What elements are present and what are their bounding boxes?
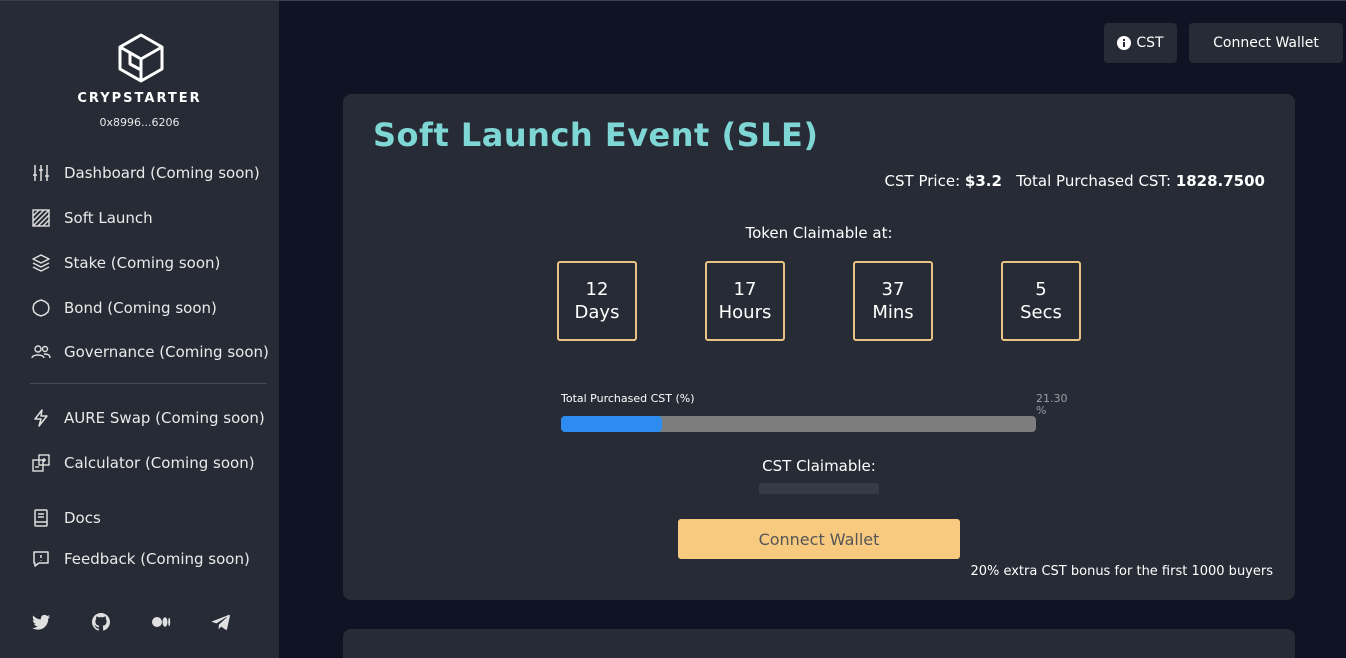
calculator-icon [30,453,52,473]
sidebar-item-label: Dashboard (Coming soon) [64,164,260,182]
info-icon [1117,36,1132,50]
sidebar-item-docs[interactable]: Docs [30,506,101,530]
sidebar-item-governance[interactable]: Governance (Coming soon) [30,340,269,364]
book-icon [30,508,52,528]
sidebar-item-label: Soft Launch [64,209,153,227]
progress-label: Total Purchased CST (%) [561,392,695,405]
claimable-at-label: Token Claimable at: [745,224,893,242]
progress-fill [561,416,663,432]
price-summary: CST Price: $3.2 Total Purchased CST: 182… [885,172,1265,190]
social-links [30,611,270,633]
total-purchased-label: Total Purchased CST: [1016,172,1172,190]
soft-launch-card: Soft Launch Event (SLE) CST Price: $3.2 … [343,94,1295,600]
connect-wallet-button[interactable]: Connect Wallet [678,519,960,559]
progress-percent: 21.30 % [1036,393,1076,417]
sidebar-item-label: Calculator (Coming soon) [64,454,255,472]
crypstarter-logo-icon [118,33,164,83]
countdown-value: 5 [1035,279,1047,300]
sidebar-item-label: AURE Swap (Coming soon) [64,409,265,427]
countdown-unit: Hours [718,302,772,323]
price-label: CST Price: [884,172,961,190]
sidebar-item-label: Feedback (Coming soon) [64,550,250,568]
twitter-icon[interactable] [30,611,52,633]
lightning-icon [30,408,52,428]
sidebar-item-feedback[interactable]: Feedback (Coming soon) [30,547,250,571]
sidebar-item-label: Bond (Coming soon) [64,299,217,317]
countdown-secs: 5 Secs [1001,261,1081,341]
countdown-unit: Mins [872,302,914,323]
users-icon [30,342,52,362]
countdown-value: 12 [585,279,609,300]
bonus-note: 20% extra CST bonus for the first 1000 b… [970,564,1273,579]
wallet-address: 0x8996...6206 [99,116,180,129]
github-icon[interactable] [90,611,112,633]
medium-icon[interactable] [150,611,172,633]
cst-claimable-label: CST Claimable: [762,457,876,475]
countdown-value: 17 [733,279,757,300]
sidebar-item-label: Stake (Coming soon) [64,254,221,272]
countdown-unit: Days [574,302,620,323]
progress-bar [561,416,1036,432]
sidebar-item-calculator[interactable]: Calculator (Coming soon) [30,451,255,475]
feedback-icon [30,549,52,569]
hatched-square-icon [30,208,52,228]
sidebar-item-bond[interactable]: Bond (Coming soon) [30,296,217,320]
total-purchased-value: 1828.7500 [1175,172,1265,190]
cst-info-button[interactable]: CST [1104,23,1177,63]
sliders-icon [30,163,52,183]
connect-wallet-header-button[interactable]: Connect Wallet [1189,23,1343,63]
countdown-unit: Secs [1020,302,1062,323]
page-title: Soft Launch Event (SLE) [373,116,819,154]
price-value: $3.2 [964,172,1002,190]
sidebar-item-aure-swap[interactable]: AURE Swap (Coming soon) [30,406,265,430]
cst-label: CST [1136,35,1164,51]
sidebar-item-label: Governance (Coming soon) [64,343,269,361]
countdown-days: 12 Days [557,261,637,341]
sidebar-divider [30,383,267,384]
countdown-mins: 37 Mins [853,261,933,341]
sidebar-item-dashboard[interactable]: Dashboard (Coming soon) [30,161,260,185]
cst-claimable-placeholder [759,483,879,494]
gear-ring-icon [30,298,52,318]
layers-icon [30,253,52,273]
sidebar-item-soft-launch[interactable]: Soft Launch [30,206,153,230]
secondary-card [343,629,1295,658]
progress-percent-unit: % [1036,404,1047,417]
telegram-icon[interactable] [210,611,232,633]
sidebar: CRYPSTARTER 0x8996...6206 Dashboard (Com… [0,1,279,658]
sidebar-item-stake[interactable]: Stake (Coming soon) [30,251,220,275]
countdown-value: 37 [881,279,905,300]
brand-name: CRYPSTARTER [77,91,202,106]
sidebar-item-label: Docs [64,509,101,527]
countdown-hours: 17 Hours [705,261,785,341]
